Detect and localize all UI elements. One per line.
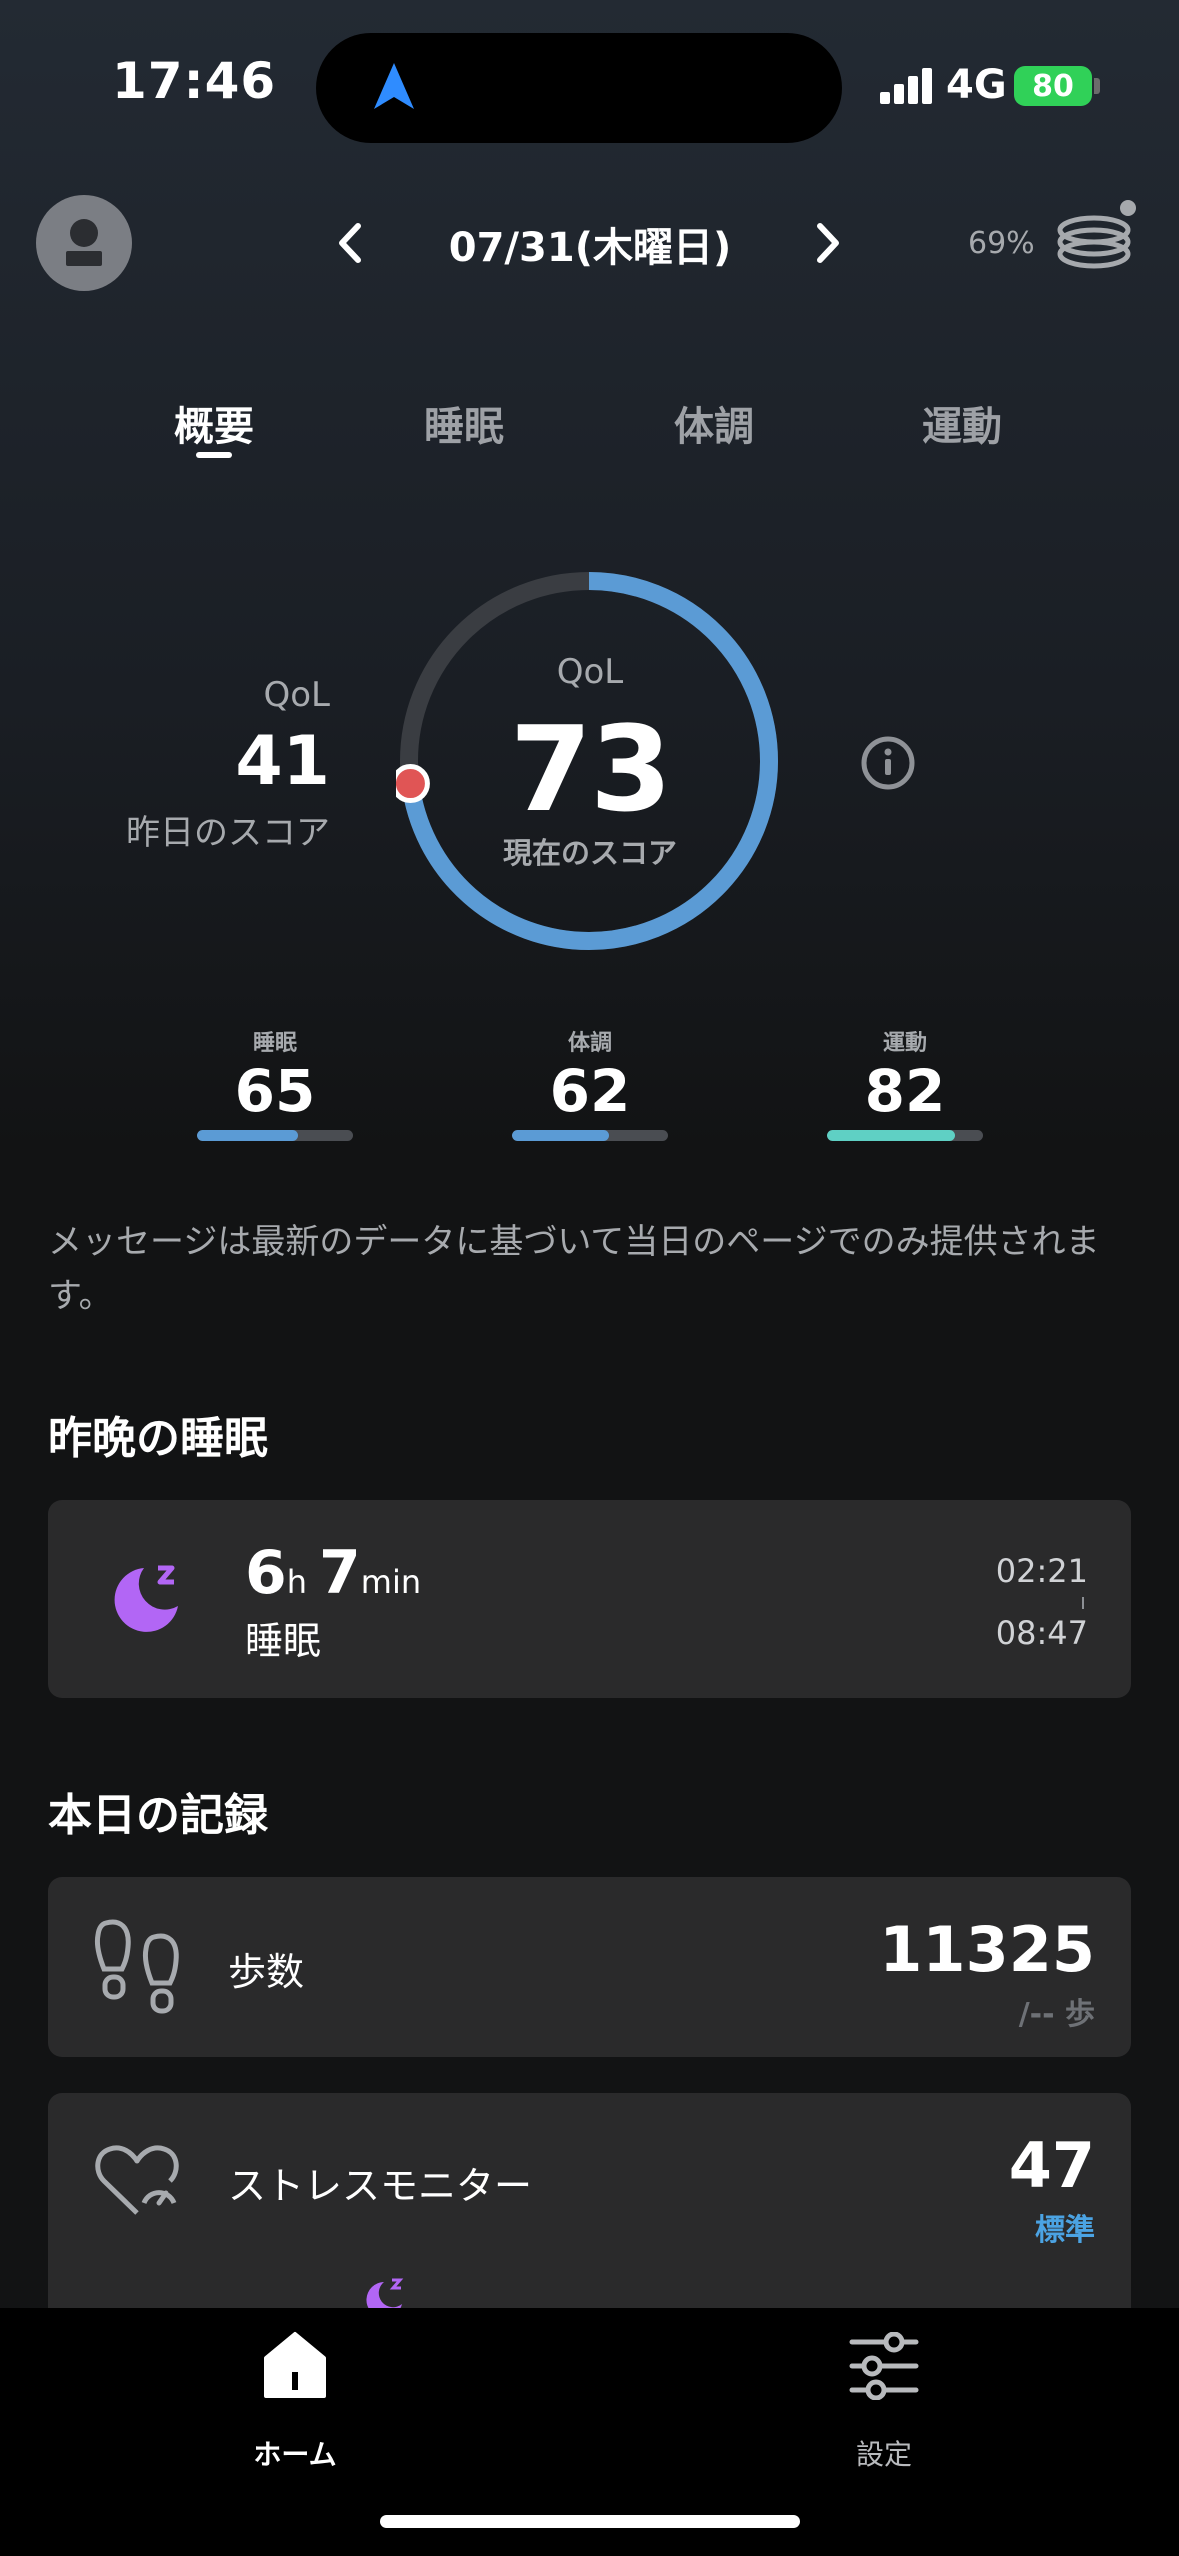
previous-date-icon[interactable]: [330, 218, 370, 268]
info-icon[interactable]: [858, 733, 918, 793]
sleep-minutes-unit: min: [360, 1563, 422, 1601]
subscore-exercise-value: 82: [864, 1057, 946, 1125]
info-message: メッセージは最新のデータに基づいて当日のページでのみ提供されます。: [48, 1222, 1100, 1316]
yesterday-qol-label: QoL: [263, 675, 330, 715]
battery-level: 80: [1014, 66, 1092, 106]
next-date-icon[interactable]: [808, 218, 848, 268]
nav-settings-label[interactable]: 設定: [804, 2433, 964, 2473]
subscore-sleep-value: 65: [234, 1057, 316, 1125]
subscore-condition-label: 体調: [567, 1031, 612, 1056]
subscore-exercise-bar: [827, 1130, 983, 1141]
steps-card[interactable]: 歩数 11325 /-- 歩: [48, 1877, 1131, 2057]
tab-active-indicator: [196, 452, 232, 458]
current-score: 73: [509, 700, 672, 838]
battery-cap: [1094, 78, 1100, 94]
stress-value: 47: [1008, 2129, 1095, 2202]
subscore-sleep-fill: [197, 1130, 299, 1141]
date-label: 07/31(木曜日): [448, 225, 732, 271]
subscore-condition-fill: [512, 1130, 609, 1141]
sleep-card[interactable]: 6h 7min 睡眠 02:21 08:47: [48, 1500, 1131, 1698]
subscore-condition-bar: [512, 1130, 668, 1141]
network-type: 4G: [946, 62, 1007, 108]
steps-label: 歩数: [228, 1950, 305, 1994]
sleep-duration: 6h 7min: [245, 1538, 433, 1608]
subscore-exercise-label: 運動: [882, 1031, 927, 1056]
navigation-arrow-icon: [374, 63, 414, 109]
home-indicator: [380, 2515, 800, 2528]
settings-sliders-icon[interactable]: [848, 2332, 920, 2400]
tab-overview[interactable]: 概要: [124, 394, 304, 452]
signal-strength-icon: [880, 68, 934, 104]
heart-monitor-icon: [95, 2145, 179, 2215]
tab-condition[interactable]: 体調: [624, 394, 804, 452]
avatar[interactable]: [36, 195, 132, 291]
subscore-condition-value: 62: [549, 1057, 631, 1125]
score-ring-marker: [396, 764, 430, 804]
sleep-time-divider: [1082, 1597, 1084, 1609]
stress-status: 標準: [1035, 2213, 1095, 2248]
records-section-title: 本日の記録: [48, 1790, 268, 1841]
tab-sleep[interactable]: 睡眠: [374, 394, 554, 452]
sleep-hours: 6: [245, 1538, 287, 1608]
footprints-icon: [95, 1919, 179, 2014]
sleep-hours-unit: h: [286, 1563, 308, 1601]
dynamic-island: [316, 33, 842, 143]
sleep-label: 睡眠: [245, 1619, 322, 1663]
user-icon: [66, 219, 102, 266]
steps-value: 11325: [879, 1913, 1095, 1986]
subscore-sleep-label: 睡眠: [252, 1031, 297, 1056]
subscore-exercise-fill: [827, 1130, 955, 1141]
steps-goal: /-- 歩: [1018, 1997, 1095, 2032]
yesterday-score: 41: [235, 722, 330, 801]
home-icon[interactable]: [262, 2330, 328, 2400]
current-score-label: 現在のスコア: [502, 836, 677, 870]
sleep-section-title: 昨晩の睡眠: [48, 1413, 268, 1464]
current-qol-label: QoL: [556, 652, 624, 692]
sleep-end-time: 08:47: [995, 1614, 1088, 1652]
status-time: 17:46: [112, 52, 277, 110]
subscore-sleep-bar: [197, 1130, 353, 1141]
sleep-start-time: 02:21: [995, 1552, 1088, 1590]
sleep-moon-icon: [114, 1565, 178, 1632]
nav-home-label[interactable]: ホーム: [215, 2433, 375, 2473]
tab-exercise[interactable]: 運動: [872, 394, 1052, 452]
ring-device-icon[interactable]: [1054, 196, 1138, 276]
sleep-minutes: 7: [319, 1538, 361, 1608]
stress-label: ストレスモニター: [228, 2164, 533, 2208]
yesterday-score-label: 昨日のスコア: [126, 813, 330, 853]
device-battery: 69%: [968, 226, 1035, 261]
